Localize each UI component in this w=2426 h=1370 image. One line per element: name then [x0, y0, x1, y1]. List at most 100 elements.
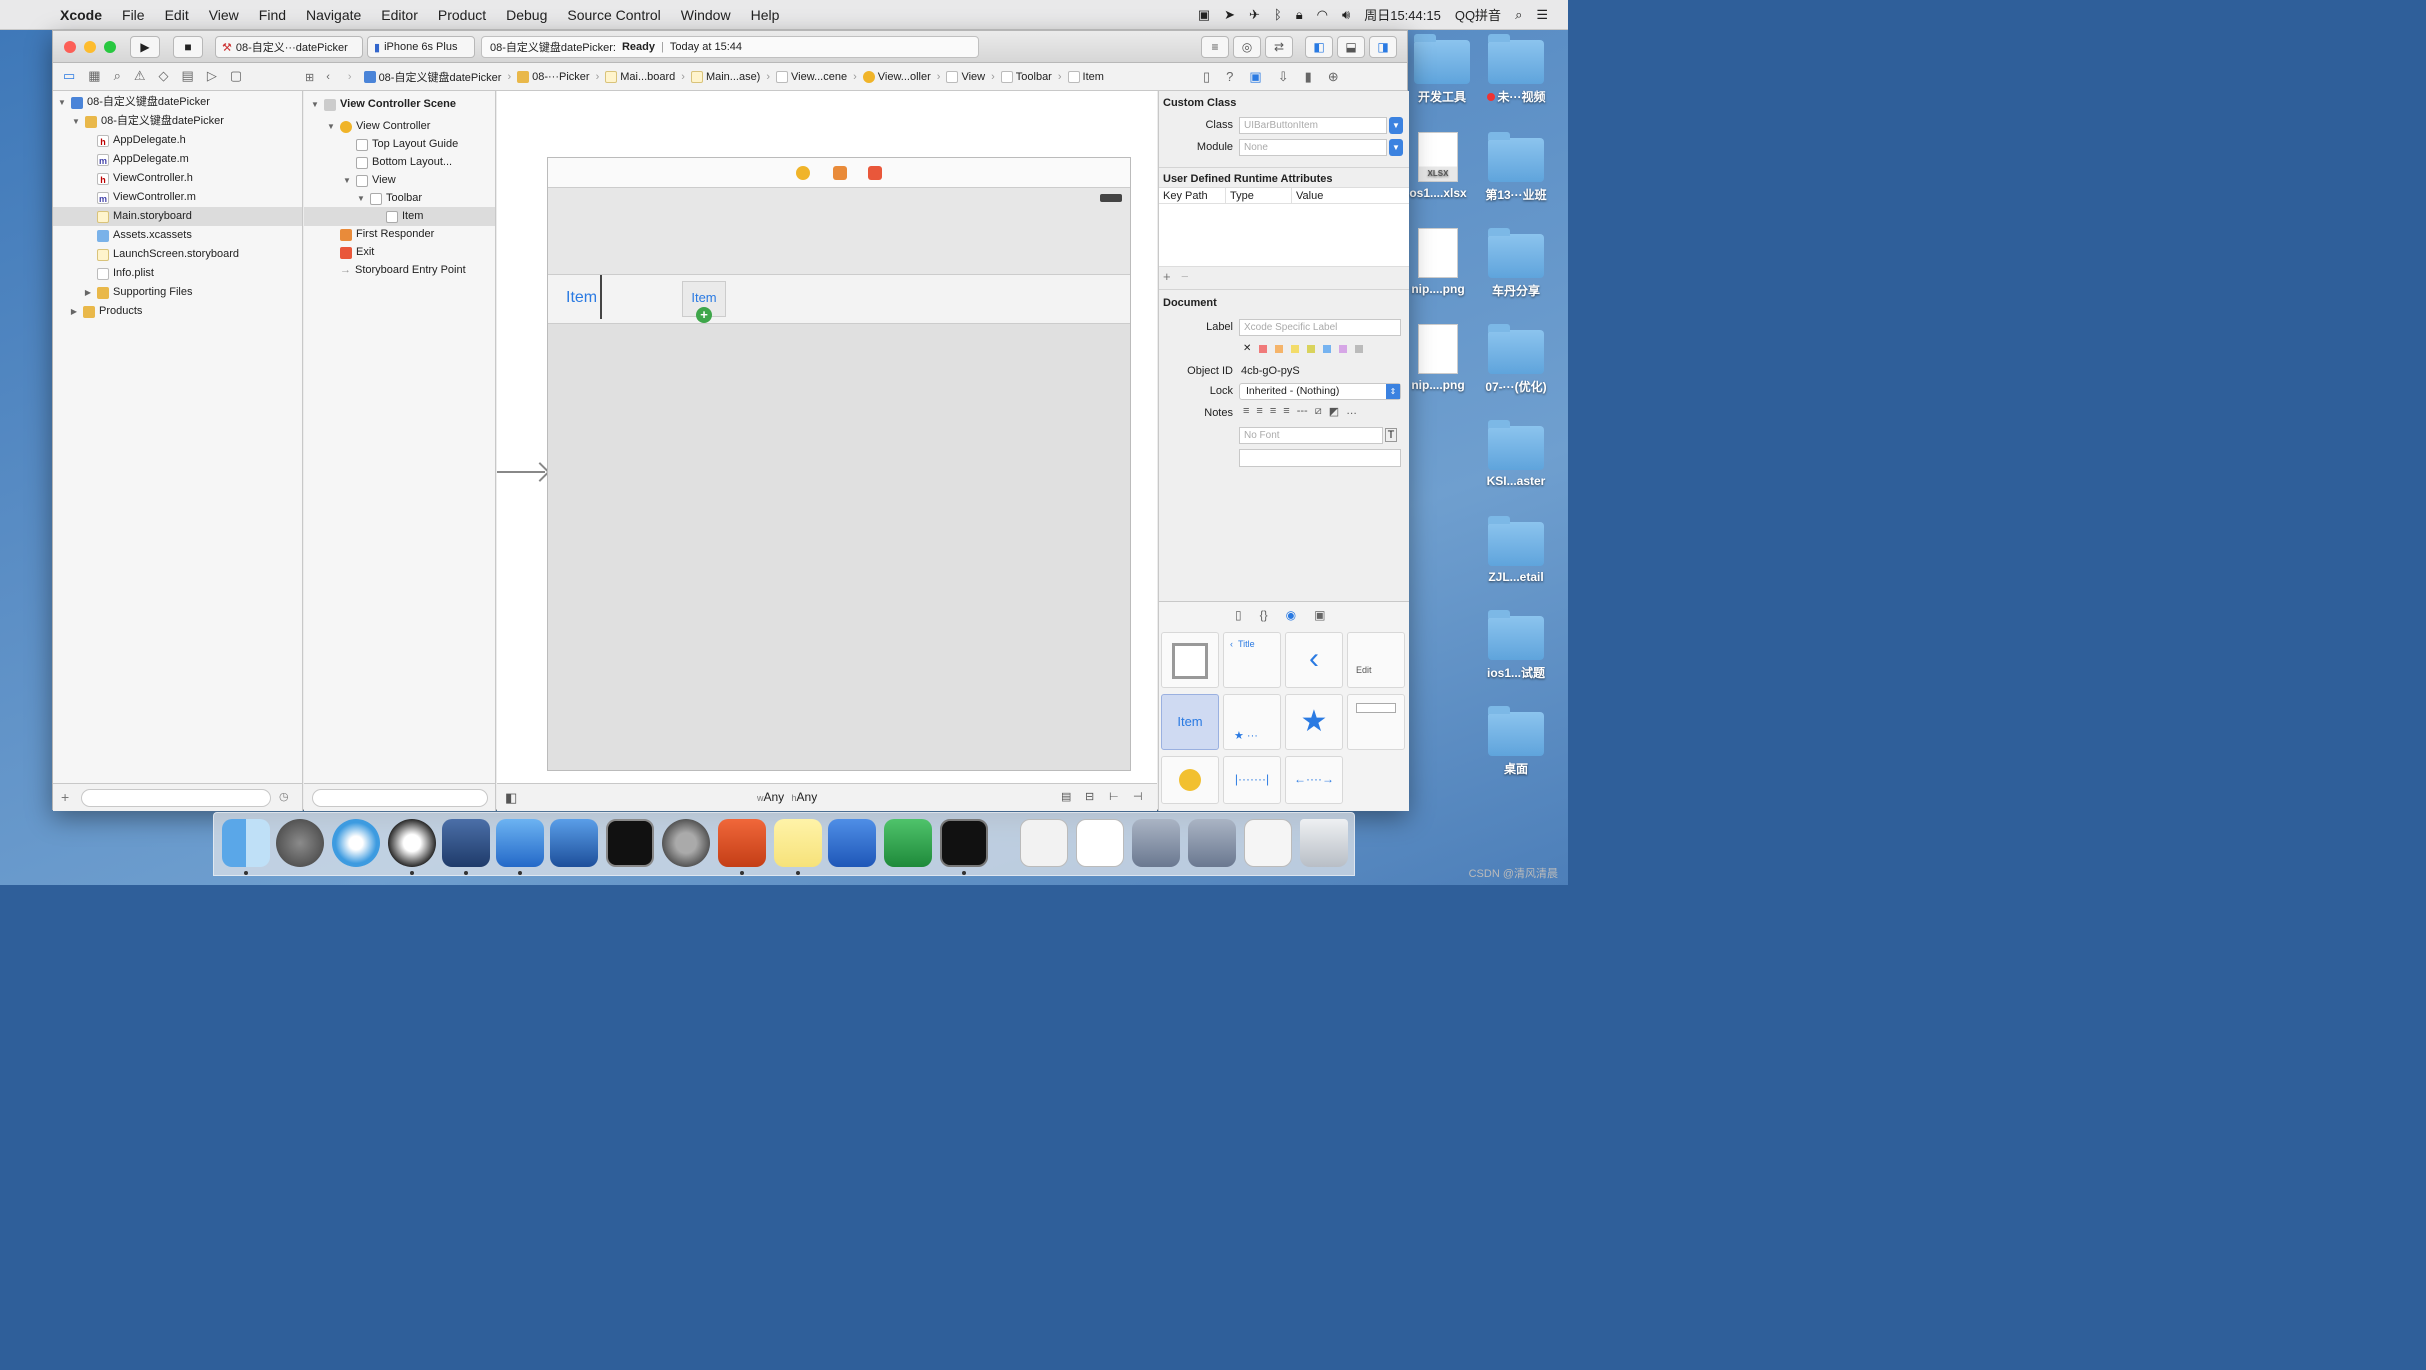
doc-label-field[interactable]: Xcode Specific Label — [1239, 319, 1401, 336]
disclosure-open-icon[interactable]: ▼ — [342, 171, 352, 190]
desktop-icon-png2[interactable]: nip....png — [1398, 324, 1478, 392]
menu-window[interactable]: Window — [671, 7, 741, 23]
crumb-item[interactable]: Item — [1067, 71, 1104, 83]
outline-view[interactable]: ▼ View — [342, 171, 396, 190]
report-navigator-icon[interactable]: ▢ — [230, 68, 242, 84]
color-swatch-orange[interactable] — [1275, 344, 1284, 353]
crumb-scene[interactable]: View...cene — [776, 71, 847, 83]
strike-icon[interactable]: ⧄ — [1315, 405, 1322, 418]
tree-file[interactable]: Info.plist — [97, 264, 154, 283]
menu-product[interactable]: Product — [428, 7, 496, 23]
library-bar-button-item[interactable]: Item — [1161, 694, 1219, 750]
finder-icon[interactable] — [222, 819, 270, 867]
standard-editor-button[interactable]: ≡ — [1201, 36, 1229, 58]
size-inspector-icon[interactable]: ▮ — [1305, 69, 1312, 85]
justify-icon[interactable]: ≡ — [1283, 405, 1289, 418]
word-icon[interactable] — [828, 819, 876, 867]
disclosure-open-icon[interactable]: ▼ — [356, 189, 366, 208]
menu-find[interactable]: Find — [249, 7, 296, 23]
crumb-toolbar[interactable]: Toolbar — [1000, 71, 1052, 83]
disclosure-open-icon[interactable]: ▼ — [57, 93, 67, 112]
desktop-icon-ksi[interactable]: KSI...aster — [1476, 420, 1556, 488]
desktop-icon-ios-test[interactable]: ios1...试题 — [1476, 610, 1556, 681]
library-flexible-space[interactable]: |·······| — [1223, 756, 1281, 804]
tree-group[interactable]: ▼ 08-自定义键盘datePicker — [71, 112, 224, 131]
align-center-icon[interactable]: ≡ — [1256, 405, 1262, 418]
debug-navigator-icon[interactable]: ▤ — [182, 68, 194, 84]
module-field[interactable]: None — [1239, 139, 1387, 156]
align-icon[interactable]: ⊟ — [1085, 790, 1094, 803]
tree-project[interactable]: ▼ 08-自定义键盘datePicker — [57, 93, 210, 112]
text-doc-icon[interactable] — [1076, 819, 1124, 867]
outline-scene[interactable]: ▼ View Controller Scene — [310, 95, 456, 114]
powerpoint-icon[interactable] — [718, 819, 766, 867]
file-template-icon[interactable]: ▯ — [1235, 608, 1242, 622]
object-library-icon[interactable]: ◉ — [1286, 608, 1296, 622]
menu-debug[interactable]: Debug — [496, 7, 557, 23]
find-navigator-icon[interactable]: ⌕ — [114, 68, 121, 84]
disclosure-open-icon[interactable]: ▼ — [310, 95, 320, 114]
notes-icon[interactable] — [774, 819, 822, 867]
disclosure-closed-icon[interactable]: ▶ — [83, 283, 93, 302]
exit-icon[interactable] — [868, 166, 882, 180]
outline-bottom-guide[interactable]: Bottom Layout... — [356, 153, 452, 172]
color-swatch-red[interactable] — [1259, 344, 1268, 353]
desktop-icon-video[interactable]: 未···视频 — [1476, 34, 1556, 105]
outline-view-controller[interactable]: ▼ View Controller — [326, 117, 430, 136]
input-method[interactable]: QQ拼音 — [1455, 5, 1501, 24]
col-value[interactable]: Value — [1291, 188, 1323, 203]
crumb-storyboard[interactable]: Mai...board — [605, 71, 675, 83]
outline-top-guide[interactable]: Top Layout Guide — [356, 135, 458, 154]
first-responder-icon[interactable] — [833, 166, 847, 180]
preview-doc-icon[interactable] — [1020, 819, 1068, 867]
test-navigator-icon[interactable]: ◇ — [159, 68, 169, 84]
view-controller-icon[interactable] — [796, 166, 810, 180]
terminal-icon[interactable] — [606, 819, 654, 867]
lock-icon[interactable]: 🔒︎ — [1296, 7, 1303, 23]
quick-help-icon[interactable]: ? — [1226, 69, 1233, 85]
screen-record-icon[interactable]: ▣ — [1198, 7, 1210, 23]
disclosure-open-icon[interactable]: ▼ — [326, 117, 336, 136]
library-back-button[interactable]: ‹ — [1285, 632, 1343, 688]
color-swatch-green[interactable] — [1307, 344, 1316, 353]
stop-button[interactable]: ■ — [173, 36, 203, 58]
align-right-icon[interactable]: ≡ — [1270, 405, 1276, 418]
library-search-display[interactable] — [1161, 756, 1219, 804]
issue-navigator-icon[interactable]: ⚠ — [134, 68, 146, 84]
library-fixed-space-bar[interactable]: ←····→ — [1285, 756, 1343, 804]
crumb-view-controller[interactable]: View...oller — [862, 71, 931, 83]
crumb-project[interactable]: 08-自定义键盘datePicker — [363, 69, 501, 85]
forward-arrow-icon[interactable]: › — [342, 71, 358, 83]
screenshot2-icon[interactable] — [1188, 819, 1236, 867]
excel-icon[interactable] — [884, 819, 932, 867]
menu-navigate[interactable]: Navigate — [296, 7, 371, 23]
related-items-icon[interactable]: ⊞ — [305, 71, 314, 84]
document-stack-icon[interactable] — [1244, 819, 1292, 867]
back-arrow-icon[interactable]: ‹ — [320, 71, 336, 83]
desktop-icon-optimized[interactable]: 07-···(优化) — [1476, 324, 1556, 395]
menu-app[interactable]: Xcode — [50, 7, 112, 23]
toolbar-item[interactable]: Item — [566, 289, 597, 307]
volume-icon[interactable]: 🔊︎ — [1342, 7, 1350, 23]
stack-icon[interactable]: ▤ — [1061, 790, 1071, 803]
menu-edit[interactable]: Edit — [155, 7, 199, 23]
symbol-navigator-icon[interactable]: ▦ — [88, 68, 100, 84]
system-preferences-icon[interactable] — [662, 819, 710, 867]
dash-icon[interactable]: --- — [1297, 405, 1308, 418]
size-class-control[interactable]: wAny hAny — [757, 790, 817, 804]
menu-help[interactable]: Help — [741, 7, 790, 23]
close-button[interactable] — [64, 41, 76, 53]
outline-toolbar[interactable]: ▼ Toolbar — [356, 189, 422, 208]
media-library-icon[interactable]: ▣ — [1314, 608, 1325, 622]
project-navigator-icon[interactable]: ▭ — [63, 68, 75, 84]
screenflow-icon[interactable] — [442, 819, 490, 867]
connections-inspector-icon[interactable]: ⊕ — [1328, 69, 1339, 85]
library-tab-bar-item[interactable]: ★ — [1285, 694, 1343, 750]
minimize-button[interactable] — [84, 41, 96, 53]
toolbar[interactable]: Item Item + — [548, 274, 1130, 324]
tree-group[interactable]: ▶ Products — [69, 302, 142, 321]
resolve-icon[interactable]: ⊣ — [1133, 790, 1143, 803]
col-key-path[interactable]: Key Path — [1159, 188, 1225, 203]
breakpoint-navigator-icon[interactable]: ▷ — [207, 68, 217, 84]
library-fixed-space[interactable]: ★ ··· — [1223, 694, 1281, 750]
